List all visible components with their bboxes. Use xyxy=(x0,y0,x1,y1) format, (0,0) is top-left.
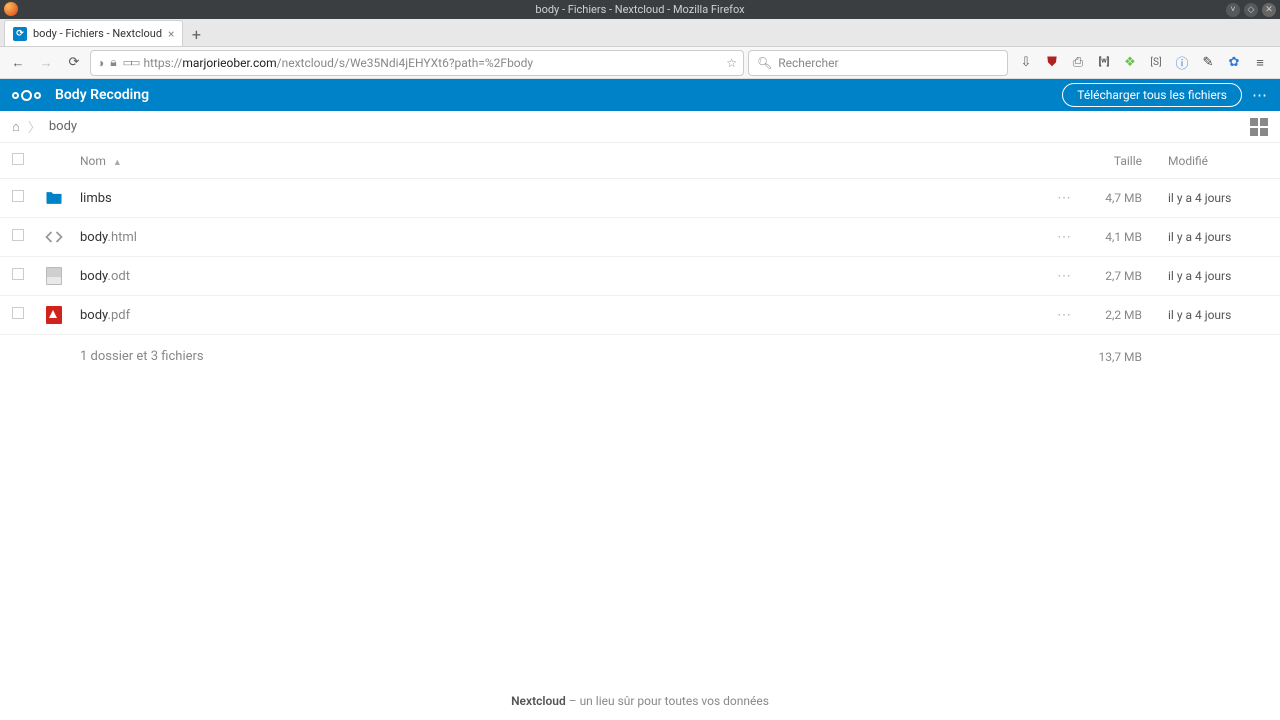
file-size: 4,7 MB xyxy=(1080,179,1160,218)
table-header-row: Nom ▲ Taille Modifié xyxy=(0,143,1280,179)
ext-edit-icon[interactable]: ✎ xyxy=(1200,55,1216,71)
hamburger-menu-icon[interactable]: ≡ xyxy=(1252,55,1268,71)
os-titlebar: body - Fichiers - Nextcloud - Mozilla Fi… xyxy=(0,0,1280,19)
column-modified-header[interactable]: Modifié xyxy=(1160,143,1280,179)
tab-close-icon[interactable]: × xyxy=(168,27,174,41)
file-name[interactable]: body.odt xyxy=(72,257,1040,296)
logo-dot xyxy=(34,92,41,99)
table-row[interactable]: body.odt⋯2,7 MBil y a 4 jours xyxy=(0,257,1280,296)
ext-download-icon[interactable]: ⇩ xyxy=(1018,55,1034,71)
extension-icons: ⇩ ⛊ ⎙ [ʷ] ❖ [S] ⓘ ✎ ✿ ≡ xyxy=(1012,55,1274,71)
column-name-header[interactable]: Nom ▲ xyxy=(72,143,1040,179)
summary-total-size: 13,7 MB xyxy=(1080,335,1160,379)
table-row[interactable]: body.html⋯4,1 MBil y a 4 jours xyxy=(0,218,1280,257)
browser-tabbar: ⟳ body - Fichiers - Nextcloud × + xyxy=(0,19,1280,47)
ext-color-icon[interactable]: ❖ xyxy=(1122,55,1138,71)
row-checkbox[interactable] xyxy=(0,179,36,218)
select-all-checkbox[interactable] xyxy=(0,143,36,179)
ext-wallabag-icon[interactable]: [ʷ] xyxy=(1096,55,1112,71)
table-summary-row: 1 dossier et 3 fichiers 13,7 MB xyxy=(0,335,1280,379)
browser-tab-active[interactable]: ⟳ body - Fichiers - Nextcloud × xyxy=(4,20,183,46)
tab-title: body - Fichiers - Nextcloud xyxy=(33,27,162,40)
breadcrumb: ⌂ 〉 body xyxy=(0,111,1280,143)
nav-forward-button[interactable]: → xyxy=(34,51,58,75)
window-title: body - Fichiers - Nextcloud - Mozilla Fi… xyxy=(535,3,744,16)
new-tab-button[interactable]: + xyxy=(183,22,209,46)
logo-dot xyxy=(21,90,32,101)
window-maximize-icon[interactable]: ◇ xyxy=(1244,3,1258,17)
breadcrumb-home-icon[interactable]: ⌂ xyxy=(12,119,20,135)
nextcloud-favicon: ⟳ xyxy=(13,27,27,41)
bookmark-star-icon[interactable]: ☆ xyxy=(726,56,737,70)
lock-icon: 🔒︎ xyxy=(110,55,116,70)
header-more-icon[interactable]: ⋯ xyxy=(1252,86,1268,104)
grid-view-toggle[interactable] xyxy=(1250,118,1268,136)
row-checkbox[interactable] xyxy=(0,296,36,335)
table-row[interactable]: body.pdf⋯2,2 MBil y a 4 jours xyxy=(0,296,1280,335)
code-file-icon xyxy=(44,227,64,247)
ext-stylus-icon[interactable]: [S] xyxy=(1148,55,1164,71)
column-name-label: Nom xyxy=(80,154,106,168)
window-minimize-icon[interactable]: ˅ xyxy=(1226,3,1240,17)
file-size: 2,7 MB xyxy=(1080,257,1160,296)
file-name[interactable]: body.html xyxy=(72,218,1040,257)
nav-back-button[interactable]: ← xyxy=(6,51,30,75)
breadcrumb-separator-icon: 〉 xyxy=(28,117,41,136)
ext-ublock-icon[interactable]: ⛊ xyxy=(1044,55,1060,71)
ext-info-icon[interactable]: ⓘ xyxy=(1174,55,1190,71)
url-bar[interactable]: ◑ 🔒︎ ▭▭ https://marjorieober.com/nextclo… xyxy=(90,50,744,76)
file-modified: il y a 4 jours xyxy=(1160,257,1280,296)
nav-reload-button[interactable]: ⟳ xyxy=(62,51,86,75)
download-all-button[interactable]: Télécharger tous les fichiers xyxy=(1062,83,1242,107)
nextcloud-header: Body Recoding Télécharger tous les fichi… xyxy=(0,79,1280,111)
file-modified: il y a 4 jours xyxy=(1160,218,1280,257)
nextcloud-logo[interactable] xyxy=(12,90,41,101)
row-actions-icon[interactable]: ⋯ xyxy=(1040,218,1080,257)
breadcrumb-current[interactable]: body xyxy=(49,119,77,134)
sort-asc-icon: ▲ xyxy=(113,158,122,168)
footer-tagline: – un lieu sûr pour toutes vos données xyxy=(566,694,769,708)
permissions-icon: ▭▭ xyxy=(123,56,138,69)
url-text: https://marjorieober.com/nextcloud/s/We3… xyxy=(143,56,720,70)
file-modified: il y a 4 jours xyxy=(1160,179,1280,218)
row-checkbox[interactable] xyxy=(0,218,36,257)
file-modified: il y a 4 jours xyxy=(1160,296,1280,335)
shield-icon: ◑ xyxy=(97,56,104,70)
browser-search-input[interactable]: 🔍︎ Rechercher xyxy=(748,50,1008,76)
url-domain: marjorieober.com xyxy=(182,56,276,70)
browser-toolbar: ← → ⟳ ◑ 🔒︎ ▭▭ https://marjorieober.com/n… xyxy=(0,47,1280,79)
summary-text: 1 dossier et 3 fichiers xyxy=(72,335,1040,379)
row-actions-icon[interactable]: ⋯ xyxy=(1040,257,1080,296)
window-close-icon[interactable]: ✕ xyxy=(1262,3,1276,17)
ext-print-icon[interactable]: ⎙ xyxy=(1070,55,1086,71)
file-name[interactable]: body.pdf xyxy=(72,296,1040,335)
pdf-file-icon xyxy=(44,305,64,325)
file-size: 4,1 MB xyxy=(1080,218,1160,257)
table-row[interactable]: limbs⋯4,7 MBil y a 4 jours xyxy=(0,179,1280,218)
nextcloud-footer: Nextcloud – un lieu sûr pour toutes vos … xyxy=(0,694,1280,708)
logo-dot xyxy=(12,92,19,99)
document-file-icon xyxy=(44,266,64,286)
folder-icon xyxy=(44,188,64,208)
file-name[interactable]: limbs xyxy=(72,179,1040,218)
row-actions-icon[interactable]: ⋯ xyxy=(1040,296,1080,335)
url-scheme: https:// xyxy=(143,56,182,70)
window-controls: ˅ ◇ ✕ xyxy=(1226,3,1276,17)
instance-name: Body Recoding xyxy=(55,87,149,103)
url-path: /nextcloud/s/We35Ndi4jEHYXt6?path=%2Fbod… xyxy=(277,56,533,70)
row-checkbox[interactable] xyxy=(0,257,36,296)
footer-brand[interactable]: Nextcloud xyxy=(511,694,566,708)
search-placeholder: Rechercher xyxy=(778,56,838,70)
search-icon: 🔍︎ xyxy=(757,56,772,70)
ext-puzzle-icon[interactable]: ✿ xyxy=(1226,55,1242,71)
files-table: Nom ▲ Taille Modifié limbs⋯4,7 MBil y a … xyxy=(0,143,1280,378)
row-actions-icon[interactable]: ⋯ xyxy=(1040,179,1080,218)
file-size: 2,2 MB xyxy=(1080,296,1160,335)
column-size-header[interactable]: Taille xyxy=(1080,143,1160,179)
firefox-app-icon xyxy=(4,2,18,16)
